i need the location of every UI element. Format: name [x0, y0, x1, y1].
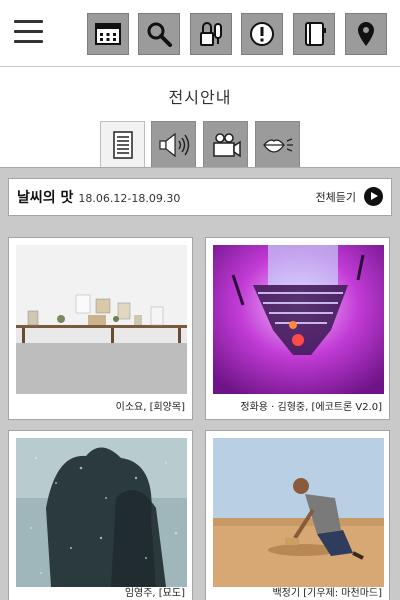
- hamburger-menu-icon[interactable]: [14, 18, 43, 46]
- play-icon: [364, 187, 383, 206]
- audio-guide-button[interactable]: [190, 13, 232, 55]
- calendar-button[interactable]: [87, 13, 129, 55]
- artwork-caption: 이소요, [회양목]: [115, 402, 185, 413]
- artwork-image: [16, 438, 187, 587]
- search-icon: [147, 22, 172, 47]
- top-bar: [0, 0, 400, 67]
- listen-all-label: 전체듣기: [315, 190, 356, 204]
- speaker-icon: [158, 132, 189, 158]
- video-camera-icon: [212, 133, 241, 158]
- text-tab[interactable]: [100, 121, 145, 168]
- sign-language-tab[interactable]: [255, 121, 300, 168]
- menu-line: [14, 40, 43, 43]
- video-tab[interactable]: [203, 121, 248, 168]
- artwork-image: [213, 438, 384, 587]
- exhibition-title: 날씨의 맛: [17, 190, 74, 206]
- document-icon: [112, 131, 133, 159]
- artwork-card[interactable]: 정화용 · 김형중, [에코트론 V2.0]: [205, 237, 390, 420]
- search-button[interactable]: [138, 13, 180, 55]
- info-icon: [250, 22, 274, 46]
- notebook-button[interactable]: [293, 13, 335, 55]
- exhibition-header: 날씨의 맛 18.06.12-18.09.30 전체듣기: [8, 178, 392, 216]
- map-pin-icon: [358, 22, 374, 46]
- menu-line: [14, 20, 43, 23]
- artwork-card[interactable]: 이소요, [회양목]: [8, 237, 193, 420]
- info-button[interactable]: [241, 13, 283, 55]
- artwork-caption: 정화용 · 김형중, [에코트론 V2.0]: [240, 402, 382, 413]
- artwork-card[interactable]: 임영주, [묘도]: [8, 430, 193, 600]
- artwork-image: [16, 245, 187, 394]
- calendar-icon: [95, 23, 121, 45]
- menu-line: [14, 30, 43, 33]
- lips-icon: [262, 138, 293, 153]
- artwork-caption: 임영주, [묘도]: [124, 588, 185, 599]
- artwork-image: [213, 245, 384, 394]
- audio-guide-icon: [200, 22, 222, 46]
- notebook-icon: [305, 22, 326, 46]
- exhibition-dates: 18.06.12-18.09.30: [78, 191, 181, 205]
- page-title: 전시안내: [168, 88, 232, 107]
- artwork-card[interactable]: 백정기 [기우제: 마천마드]: [205, 430, 390, 600]
- listen-all-button[interactable]: 전체듣기: [316, 187, 383, 206]
- artwork-caption: 백정기 [기우제: 마천마드]: [272, 588, 382, 599]
- map-pin-button[interactable]: [345, 13, 387, 55]
- exhibition-panel: 날씨의 맛 18.06.12-18.09.30 전체듣기 이소요, [회양목] …: [0, 167, 400, 600]
- audio-tab[interactable]: [151, 121, 196, 168]
